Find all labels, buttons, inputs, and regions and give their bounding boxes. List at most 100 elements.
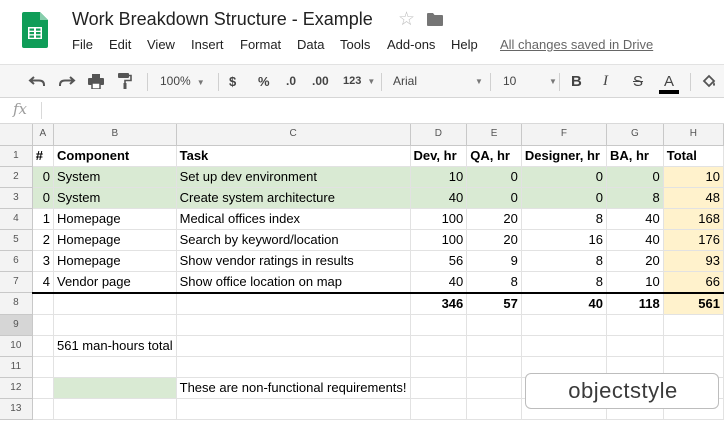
row-header[interactable]: 1: [0, 145, 33, 167]
cell-b6[interactable]: Homepage: [53, 250, 177, 272]
cell-d2[interactable]: 10: [410, 166, 468, 188]
cell-c1[interactable]: Task: [176, 145, 411, 167]
row-header[interactable]: 8: [0, 292, 33, 315]
cell-e7[interactable]: 8: [466, 271, 522, 293]
cell-d6[interactable]: 56: [410, 250, 468, 272]
cell-e3[interactable]: 0: [466, 187, 522, 209]
cell-h4[interactable]: 168: [663, 208, 724, 230]
cell-c12[interactable]: These are non-functional requirements!: [176, 377, 411, 399]
column-header-f[interactable]: F: [521, 124, 607, 146]
cell-f1[interactable]: Designer, hr: [521, 145, 607, 167]
select-all-corner[interactable]: [0, 124, 33, 146]
cell-h5[interactable]: 176: [663, 229, 724, 251]
cell-c2[interactable]: Set up dev environment: [176, 166, 411, 188]
cell-a8[interactable]: [32, 291, 55, 315]
cell-b4[interactable]: Homepage: [53, 208, 177, 230]
cell-b10[interactable]: 561 man-hours total: [53, 335, 177, 357]
cell-g7[interactable]: 10: [606, 271, 664, 293]
increase-decimals-button[interactable]: .00: [312, 65, 329, 98]
cell-b11[interactable]: [53, 356, 177, 378]
cell-g6[interactable]: 20: [606, 250, 664, 272]
zoom-select[interactable]: 100% ▼: [160, 65, 205, 98]
cell-f9[interactable]: [521, 314, 607, 336]
menu-format[interactable]: Format: [240, 37, 281, 52]
cell-a2[interactable]: 0: [32, 166, 55, 188]
save-status-link[interactable]: All changes saved in Drive: [500, 37, 653, 52]
cell-g4[interactable]: 40: [606, 208, 664, 230]
font-size-select[interactable]: 10 ▼: [503, 65, 557, 98]
cell-a10[interactable]: [32, 335, 55, 357]
cell-e8[interactable]: 57: [466, 291, 522, 315]
cell-f8[interactable]: 40: [521, 291, 607, 315]
column-header-d[interactable]: D: [410, 124, 468, 146]
undo-icon[interactable]: [28, 74, 46, 88]
cell-f7[interactable]: 8: [521, 271, 607, 293]
document-title[interactable]: Work Breakdown Structure - Example: [72, 9, 373, 30]
cell-c5[interactable]: Search by keyword/location: [176, 229, 411, 251]
cell-d13[interactable]: [410, 398, 468, 420]
cell-b8[interactable]: [53, 291, 177, 315]
cell-e1[interactable]: QA, hr: [466, 145, 522, 167]
cell-a13[interactable]: [32, 398, 55, 420]
column-header-g[interactable]: G: [606, 124, 664, 146]
cell-c11[interactable]: [176, 356, 411, 378]
folder-icon[interactable]: [427, 13, 443, 26]
cell-g10[interactable]: [606, 335, 664, 357]
cell-h9[interactable]: [663, 314, 724, 336]
cell-e10[interactable]: [466, 335, 522, 357]
cell-f3[interactable]: 0: [521, 187, 607, 209]
cell-b2[interactable]: System: [53, 166, 177, 188]
column-header-c[interactable]: C: [176, 124, 411, 146]
cell-d1[interactable]: Dev, hr: [410, 145, 468, 167]
menu-edit[interactable]: Edit: [109, 37, 131, 52]
cell-h1[interactable]: Total: [663, 145, 724, 167]
cell-a11[interactable]: [32, 356, 55, 378]
cell-e6[interactable]: 9: [466, 250, 522, 272]
cell-g8[interactable]: 118: [606, 291, 664, 315]
cell-c8[interactable]: [176, 291, 411, 315]
cell-f10[interactable]: [521, 335, 607, 357]
star-icon[interactable]: ☆: [398, 9, 415, 31]
cell-h6[interactable]: 93: [663, 250, 724, 272]
cell-b7[interactable]: Vendor page: [53, 271, 177, 293]
cell-h7[interactable]: 66: [663, 271, 724, 293]
cell-c9[interactable]: [176, 314, 411, 336]
cell-a1[interactable]: #: [32, 145, 55, 167]
bold-button[interactable]: B: [571, 65, 582, 98]
cell-e13[interactable]: [466, 398, 522, 420]
cell-a6[interactable]: 3: [32, 250, 55, 272]
column-header-a[interactable]: A: [32, 124, 55, 146]
row-header[interactable]: 5: [0, 229, 33, 251]
cell-e2[interactable]: 0: [466, 166, 522, 188]
row-header[interactable]: 2: [0, 166, 33, 188]
cell-b5[interactable]: Homepage: [53, 229, 177, 251]
row-header[interactable]: 7: [0, 271, 33, 293]
cell-h8[interactable]: 561: [663, 291, 724, 315]
cell-b1[interactable]: Component: [53, 145, 177, 167]
fill-color-icon[interactable]: [701, 73, 717, 89]
menu-help[interactable]: Help: [451, 37, 478, 52]
cell-a7[interactable]: 4: [32, 271, 55, 293]
cell-f6[interactable]: 8: [521, 250, 607, 272]
menu-view[interactable]: View: [147, 37, 175, 52]
cell-c10[interactable]: [176, 335, 411, 357]
cell-g2[interactable]: 0: [606, 166, 664, 188]
cell-g3[interactable]: 8: [606, 187, 664, 209]
cell-f5[interactable]: 16: [521, 229, 607, 251]
cell-d12[interactable]: [410, 377, 468, 399]
cell-d5[interactable]: 100: [410, 229, 468, 251]
font-family-select[interactable]: Arial ▼: [393, 65, 483, 98]
menu-insert[interactable]: Insert: [191, 37, 224, 52]
row-header[interactable]: 6: [0, 250, 33, 272]
decrease-decimals-button[interactable]: .0: [286, 65, 296, 98]
strikethrough-button[interactable]: S: [633, 65, 643, 98]
cell-e4[interactable]: 20: [466, 208, 522, 230]
cell-d8[interactable]: 346: [410, 291, 468, 315]
redo-icon[interactable]: [58, 74, 76, 88]
cell-a12[interactable]: [32, 377, 55, 399]
row-header[interactable]: 12: [0, 377, 33, 399]
percent-format-button[interactable]: %: [258, 65, 270, 98]
cell-f2[interactable]: 0: [521, 166, 607, 188]
menu-add-ons[interactable]: Add-ons: [387, 37, 435, 52]
cell-h10[interactable]: [663, 335, 724, 357]
